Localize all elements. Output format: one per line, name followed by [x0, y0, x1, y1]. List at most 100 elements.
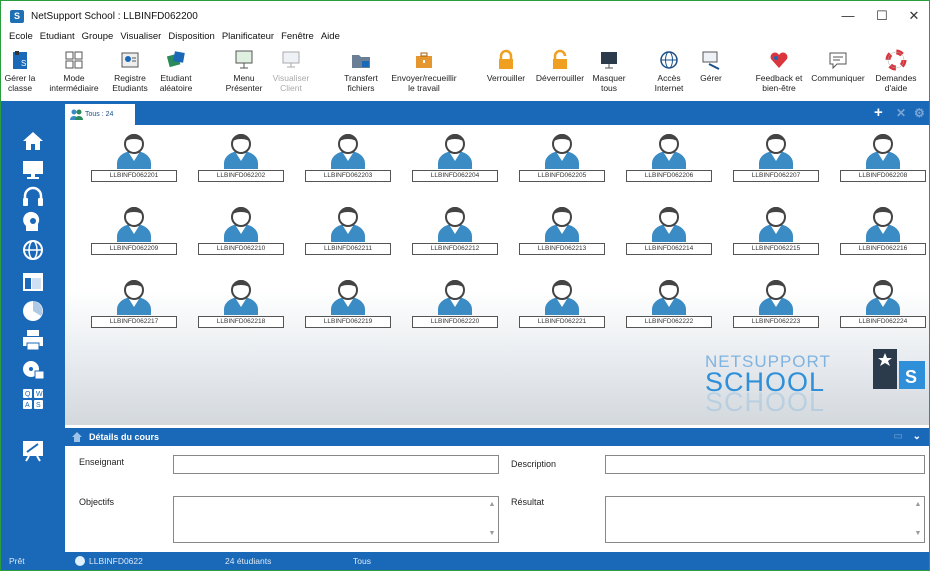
student-station[interactable]: LLBINFD062211 — [303, 204, 393, 264]
present-menu-button[interactable]: Menu Présenter — [221, 45, 267, 97]
home-icon[interactable] — [21, 129, 45, 153]
teacher-field[interactable] — [173, 455, 499, 474]
student-station[interactable]: LLBINFD062213 — [517, 204, 607, 264]
description-field[interactable] — [605, 455, 925, 474]
student-station[interactable]: LLBINFD062210 — [196, 204, 286, 264]
intermediate-mode-button[interactable]: Mode intermédiaire — [43, 45, 105, 97]
student-station[interactable]: LLBINFD062223 — [731, 277, 821, 337]
student-avatar-icon — [652, 280, 686, 315]
student-station[interactable]: LLBINFD062201 — [89, 131, 179, 191]
menu-visualiser[interactable]: Visualiser — [120, 31, 161, 45]
maximize-button[interactable]: ☐ — [867, 7, 897, 25]
student-station[interactable]: LLBINFD062216 — [838, 204, 928, 264]
objectives-field[interactable]: ▲ ▼ — [173, 496, 499, 543]
student-avatar-icon — [117, 207, 151, 242]
pie-chart-icon[interactable] — [21, 299, 45, 323]
student-station[interactable]: LLBINFD062220 — [410, 277, 500, 337]
student-station[interactable]: LLBINFD062202 — [196, 131, 286, 191]
layout-icon[interactable] — [21, 270, 45, 294]
minimize-button[interactable]: — — [833, 7, 863, 25]
student-station[interactable]: LLBINFD062218 — [196, 277, 286, 337]
result-field[interactable]: ▲ ▼ — [605, 496, 925, 543]
student-station[interactable]: LLBINFD062215 — [731, 204, 821, 264]
student-station[interactable]: LLBINFD062209 — [89, 204, 179, 264]
student-station[interactable]: LLBINFD062214 — [624, 204, 714, 264]
globe-icon[interactable] — [21, 238, 45, 262]
student-station[interactable]: LLBINFD062206 — [624, 131, 714, 191]
pin-icon[interactable]: ▭ — [894, 428, 903, 446]
student-station[interactable]: LLBINFD062205 — [517, 131, 607, 191]
manage-button[interactable]: Gérer — [693, 45, 729, 97]
menu-etudiant[interactable]: Etudiant — [40, 31, 75, 45]
view-client-button[interactable]: Visualiser Client — [271, 45, 311, 97]
random-student-button[interactable]: Etudiant aléatoire — [155, 45, 197, 97]
tab-strip: Tous : 24 + ✕ ⚙ — [1, 101, 929, 125]
close-tab-icon[interactable]: ✕ — [896, 106, 906, 120]
menu-fenetre[interactable]: Fenêtre — [281, 31, 314, 45]
student-station[interactable]: LLBINFD062212 — [410, 204, 500, 264]
teacher-label: Enseignant — [79, 457, 125, 467]
tab-all[interactable]: Tous : 24 — [65, 104, 135, 125]
menu-planificateur[interactable]: Planificateur — [222, 31, 274, 45]
scroll-up-icon[interactable]: ▲ — [488, 501, 496, 508]
student-station[interactable]: LLBINFD062204 — [410, 131, 500, 191]
scroll-up-icon[interactable]: ▲ — [914, 501, 922, 508]
student-station[interactable]: LLBINFD062221 — [517, 277, 607, 337]
manage-class-button[interactable]: S Gérer la classe — [3, 45, 37, 97]
ribbon-label: classe — [7, 83, 33, 93]
menu-groupe[interactable]: Groupe — [82, 31, 114, 45]
communicate-button[interactable]: Communiquer — [809, 45, 867, 97]
devices-icon[interactable] — [21, 357, 45, 381]
svg-text:W: W — [36, 391, 43, 398]
printer-icon[interactable] — [21, 328, 45, 352]
hide-all-button[interactable]: Masquer tous — [591, 45, 627, 97]
student-station-label: LLBINFD062217 — [91, 316, 177, 328]
lock-button[interactable]: Verrouiller — [483, 45, 529, 97]
student-station[interactable]: LLBINFD062217 — [89, 277, 179, 337]
class-icon: S — [13, 51, 27, 69]
menu-disposition[interactable]: Disposition — [168, 31, 214, 45]
student-station-label: LLBINFD062202 — [198, 170, 284, 182]
student-station[interactable]: LLBINFD062219 — [303, 277, 393, 337]
headphones-icon[interactable] — [21, 185, 45, 209]
scroll-down-icon[interactable]: ▼ — [488, 530, 496, 537]
tab-settings-icon[interactable]: ⚙ — [914, 106, 925, 120]
student-station[interactable]: LLBINFD062222 — [624, 277, 714, 337]
help-requests-button[interactable]: Demandes d'aide — [871, 45, 921, 97]
student-station[interactable]: LLBINFD062224 — [838, 277, 928, 337]
student-station[interactable]: LLBINFD062208 — [838, 131, 928, 191]
ribbon-label: Registre — [114, 73, 146, 83]
student-avatar-icon — [117, 134, 151, 169]
student-station[interactable]: LLBINFD062203 — [303, 131, 393, 191]
file-transfer-button[interactable]: Transfert fichiers — [341, 45, 381, 97]
scroll-down-icon[interactable]: ▼ — [914, 530, 922, 537]
student-station[interactable]: LLBINFD062207 — [731, 131, 821, 191]
keyboard-icon[interactable]: Q WA S — [21, 387, 45, 411]
student-avatar-icon — [438, 207, 472, 242]
internet-access-button[interactable]: Accès Internet — [649, 45, 689, 97]
add-tab-icon[interactable]: + — [874, 105, 883, 120]
head-gear-icon[interactable] — [21, 211, 45, 235]
student-station-label: LLBINFD062212 — [412, 243, 498, 255]
unlock-button[interactable]: Déverrouiller — [531, 45, 589, 97]
monitor-icon[interactable] — [21, 158, 45, 182]
ribbon-label: Accès — [657, 73, 681, 83]
student-register-button[interactable]: Registre Etudiants — [107, 45, 153, 97]
feedback-button[interactable]: Feedback et bien-être — [751, 45, 807, 97]
lifebuoy-icon — [885, 49, 907, 71]
ribbon-label: Masquer — [592, 73, 626, 83]
close-button[interactable]: ✕ — [899, 7, 929, 25]
student-avatar-icon — [759, 134, 793, 169]
menu-aide[interactable]: Aide — [321, 31, 340, 45]
svg-text:S: S — [21, 59, 26, 68]
course-details-header[interactable]: Détails du cours ▭ ⌄ — [65, 428, 929, 446]
student-station-label: LLBINFD062203 — [305, 170, 391, 182]
student-avatar-icon — [545, 207, 579, 242]
send-collect-work-button[interactable]: Envoyer/recueillir le travail — [385, 45, 463, 97]
chevron-down-icon[interactable]: ⌄ — [913, 428, 921, 446]
whiteboard-icon[interactable] — [21, 439, 45, 463]
ribbon-label: intermédiaire — [49, 83, 99, 93]
menu-ecole[interactable]: Ecole — [9, 31, 33, 45]
student-station-label: LLBINFD062223 — [733, 316, 819, 328]
student-avatar-icon — [652, 134, 686, 169]
